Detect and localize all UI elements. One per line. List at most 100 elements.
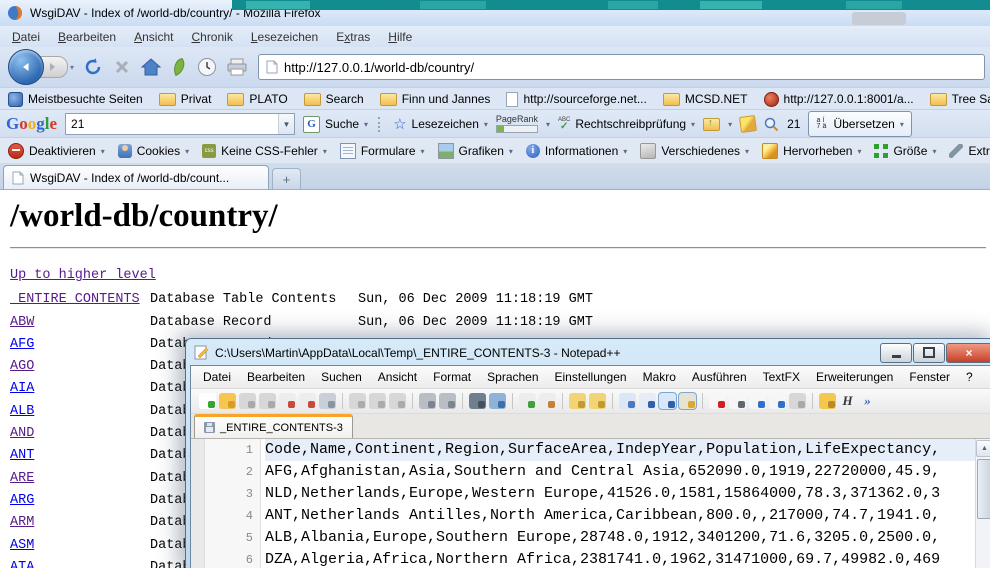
ff-menu-bearbeiten[interactable]: Bearbeiten	[50, 27, 124, 47]
translate-button[interactable]: aí7ä Übersetzen ▾	[808, 111, 911, 137]
toolbar-splitter[interactable]	[378, 117, 383, 132]
dir-link-abw[interactable]: ABW	[10, 312, 150, 334]
close-button[interactable]: ×	[946, 343, 990, 363]
print-button[interactable]	[227, 58, 247, 76]
ff-menu-chronik[interactable]: Chronik	[183, 27, 240, 47]
npp-menu-ausführen[interactable]: Ausführen	[684, 368, 755, 386]
npp-menu-einstellungen[interactable]: Einstellungen	[547, 368, 635, 386]
webdev-extras[interactable]: Extras▾	[949, 144, 990, 158]
webdev-keine-css-fehler[interactable]: Keine CSS-Fehler▾	[202, 144, 327, 158]
play-macro-icon[interactable]	[749, 393, 766, 409]
highlighter-icon[interactable]	[739, 115, 757, 133]
find-count-icon[interactable]	[764, 117, 779, 132]
send-to-folder-icon[interactable]	[703, 118, 720, 131]
search-history-dropdown[interactable]: ▼	[278, 114, 294, 134]
ff-menu-extras[interactable]: Extras	[328, 27, 378, 47]
notepadpp-titlebar[interactable]: C:\Users\Martin\AppData\Local\Temp\_ENTI…	[190, 339, 990, 365]
maximize-button[interactable]	[913, 343, 945, 363]
google-bookmarks-button[interactable]: ☆ Lesezeichen ▾	[393, 115, 488, 133]
dir-link-arg[interactable]: ARG	[10, 490, 150, 512]
vertical-scrollbar[interactable]: ▲	[975, 439, 990, 568]
close-file-icon[interactable]	[279, 393, 296, 409]
npp-menu-bearbeiten[interactable]: Bearbeiten	[239, 368, 313, 386]
new-tab-button[interactable]: +	[272, 168, 301, 189]
ff-menu-hilfe[interactable]: Hilfe	[380, 27, 420, 47]
npp-menu-sprachen[interactable]: Sprachen	[479, 368, 546, 386]
home-button[interactable]	[141, 58, 161, 76]
document-close-button[interactable]: X	[981, 368, 990, 386]
ff-menu-lesezeichen[interactable]: Lesezeichen	[243, 27, 326, 47]
bookmark-finn-und-jannes[interactable]: Finn und Jannes	[380, 92, 491, 106]
save-macro-icon[interactable]	[789, 393, 806, 409]
google-search-box[interactable]: ▼	[65, 113, 295, 135]
doc-map-icon[interactable]	[679, 393, 696, 409]
document-tab[interactable]: _ENTIRE_CONTENTS-3	[194, 414, 353, 438]
history-dropdown-button[interactable]: ▾	[70, 63, 74, 72]
run-macro-multiple-icon[interactable]	[769, 393, 786, 409]
webdev-formulare[interactable]: Formulare▾	[340, 143, 425, 159]
npp-menu-format[interactable]: Format	[425, 368, 479, 386]
pagerank-dropdown-caret[interactable]: ▾	[546, 120, 550, 129]
ff-menu-ansicht[interactable]: Ansicht	[126, 27, 181, 47]
print-icon[interactable]	[319, 393, 336, 409]
show-paragraph-icon[interactable]	[639, 393, 656, 409]
dir-link-aia[interactable]: AIA	[10, 378, 150, 400]
word-wrap-icon[interactable]	[619, 393, 636, 409]
history-button[interactable]	[197, 57, 217, 77]
npp-menu-makro[interactable]: Makro	[635, 368, 684, 386]
webdev-informationen[interactable]: Informationen▾	[526, 144, 627, 158]
copy-icon[interactable]	[369, 393, 386, 409]
bookmark-tree-samples[interactable]: Tree Samples	[930, 92, 990, 106]
npp-menu-ansicht[interactable]: Ansicht	[370, 368, 425, 386]
bookmark-search[interactable]: Search	[304, 92, 364, 106]
dir-link-afg[interactable]: AFG	[10, 334, 150, 356]
stop-macro-icon[interactable]	[729, 393, 746, 409]
dir-link-alb[interactable]: ALB	[10, 401, 150, 423]
dir-link-entire-contents[interactable]: _ENTIRE_CONTENTS	[10, 289, 150, 311]
bookmark-privat[interactable]: Privat	[159, 92, 212, 106]
google-search-button[interactable]: G Suche ▾	[303, 116, 368, 133]
npp-menu-datei[interactable]: Datei	[195, 368, 239, 386]
scrollbar-thumb[interactable]	[977, 459, 990, 519]
textfx-icon[interactable]: H	[839, 393, 856, 409]
overflow-chevron-icon[interactable]: »	[859, 393, 876, 409]
back-button[interactable]	[8, 49, 44, 85]
webdev-verschiedenes[interactable]: Verschiedenes▾	[640, 143, 749, 159]
show-all-chars-icon[interactable]	[659, 393, 676, 409]
npp-menu-[interactable]: ?	[958, 368, 981, 386]
load-session-icon[interactable]	[819, 393, 836, 409]
redo-icon[interactable]	[439, 393, 456, 409]
cut-icon[interactable]	[349, 393, 366, 409]
new-file-icon[interactable]	[199, 393, 216, 409]
sync-vertical-icon[interactable]	[569, 393, 586, 409]
webdev-hervorheben[interactable]: Hervorheben▾	[762, 143, 861, 159]
npp-menu-erweiterungen[interactable]: Erweiterungen	[808, 368, 901, 386]
dir-link-are[interactable]: ARE	[10, 468, 150, 490]
code-area[interactable]: Code,Name,Continent,Region,SurfaceArea,I…	[261, 439, 975, 568]
replace-icon[interactable]	[489, 393, 506, 409]
webdev-größe[interactable]: Größe▾	[874, 144, 936, 158]
up-to-higher-level-link[interactable]: Up to higher level	[10, 265, 156, 287]
bookmark-http-sourceforge-net[interactable]: http://sourceforge.net...	[506, 92, 646, 107]
send-dropdown-caret[interactable]: ▾	[728, 120, 732, 129]
webdev-deaktivieren[interactable]: Deaktivieren▾	[8, 143, 105, 159]
bookmark-mcsd-net[interactable]: MCSD.NET	[663, 92, 748, 106]
reload-button[interactable]	[83, 57, 103, 77]
ff-menu-datei[interactable]: Datei	[4, 27, 48, 47]
undo-icon[interactable]	[419, 393, 436, 409]
find-icon[interactable]	[469, 393, 486, 409]
bookmark-meistbesuchte-seiten[interactable]: Meistbesuchte Seiten	[8, 92, 143, 107]
webdev-grafiken[interactable]: Grafiken▾	[438, 143, 513, 159]
dir-link-asm[interactable]: ASM	[10, 535, 150, 557]
tab-wsgidav[interactable]: WsgiDAV - Index of /world-db/count...	[3, 165, 269, 189]
dir-link-arm[interactable]: ARM	[10, 512, 150, 534]
record-macro-icon[interactable]	[709, 393, 726, 409]
spellcheck-button[interactable]: ABC ✓ Rechtschreibprüfung ▾	[558, 117, 695, 132]
open-folder-icon[interactable]	[219, 393, 236, 409]
bookmark-plato[interactable]: PLATO	[227, 92, 287, 106]
npp-menu-textfx[interactable]: TextFX	[755, 368, 808, 386]
dir-link-ant[interactable]: ANT	[10, 445, 150, 467]
paste-icon[interactable]	[389, 393, 406, 409]
npp-menu-suchen[interactable]: Suchen	[313, 368, 370, 386]
npp-menu-fenster[interactable]: Fenster	[901, 368, 958, 386]
